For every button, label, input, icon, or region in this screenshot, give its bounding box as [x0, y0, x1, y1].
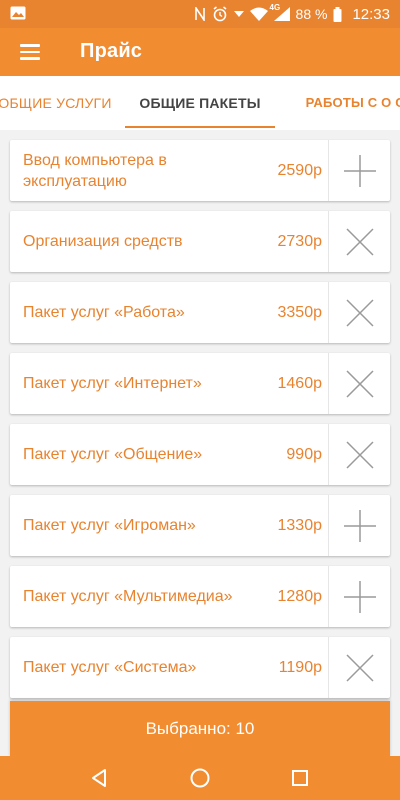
close-icon: [345, 653, 374, 682]
remove-button[interactable]: [328, 353, 390, 414]
item-name: Ввод компьютера в эксплуатацию: [23, 151, 167, 190]
close-icon: [345, 440, 374, 469]
image-notification-icon: [10, 6, 26, 20]
list-item[interactable]: Пакет услуг «Общение» 990р: [10, 424, 390, 485]
close-icon: [345, 369, 374, 398]
list-item[interactable]: Пакет услуг «Игроман» 1330р: [10, 495, 390, 556]
remove-button[interactable]: [328, 637, 390, 698]
remove-button[interactable]: [328, 424, 390, 485]
item-price: 2590р: [277, 161, 323, 179]
item-name: Пакет услуг «Общение»: [23, 446, 203, 463]
selected-count-button[interactable]: Выбранно: 10: [10, 701, 390, 757]
item-name: Пакет услуг «Работа»: [23, 304, 185, 321]
item-price: 1190р: [278, 658, 322, 676]
add-button[interactable]: [328, 495, 390, 556]
list-item[interactable]: Пакет услуг «Система» 1190р: [10, 637, 390, 698]
recent-apps-icon[interactable]: [288, 766, 312, 790]
item-name: Пакет услуг «Интернет»: [23, 375, 202, 392]
clock: 12:33: [352, 5, 390, 23]
list-item[interactable]: Пакет услуг «Работа» 3350р: [10, 282, 390, 343]
tab-bar: ОБЩИЕ УСЛУГИ ОБЩИЕ ПАКЕТЫ РАБОТЫ С О СИ: [0, 76, 400, 130]
menu-icon[interactable]: [14, 38, 46, 66]
tab-os-work-label: РАБОТЫ С О СИ: [305, 95, 400, 110]
item-name: Пакет услуг «Мультимедиа»: [23, 588, 233, 605]
home-icon[interactable]: [188, 766, 212, 790]
wifi-icon: [249, 7, 268, 21]
add-button[interactable]: [328, 140, 390, 201]
status-icons: 4G 88 % 12:33: [194, 0, 390, 28]
system-nav-bar: [0, 756, 400, 800]
plus-icon: [343, 509, 376, 542]
tab-general-services[interactable]: ОБЩИЕ УСЛУГИ: [0, 76, 120, 130]
item-price: 1280р: [277, 587, 323, 605]
list-item[interactable]: Организация средств 2730р: [10, 211, 390, 272]
back-icon[interactable]: [88, 766, 112, 790]
tab-general-packages[interactable]: ОБЩИЕ ПАКЕТЫ: [125, 76, 275, 130]
network-type-label: 4G: [269, 3, 281, 12]
battery-icon: [333, 6, 342, 22]
item-name: Организация средств: [23, 233, 183, 250]
status-bar: 4G 88 % 12:33: [0, 0, 400, 28]
item-name: Пакет услуг «Система»: [23, 659, 197, 676]
battery-percent: 88 %: [295, 6, 328, 22]
item-price: 1460р: [277, 374, 323, 392]
close-icon: [345, 298, 374, 327]
item-price: 990р: [286, 445, 322, 463]
close-icon: [345, 227, 374, 256]
item-price: 3350р: [277, 303, 323, 321]
remove-button[interactable]: [328, 211, 390, 272]
alarm-icon: [212, 6, 228, 22]
item-price: 2730р: [277, 232, 323, 250]
app-bar: Прайс: [0, 28, 400, 76]
selected-count-label: Выбранно: 10: [145, 719, 255, 738]
list-item[interactable]: Пакет услуг «Интернет» 1460р: [10, 353, 390, 414]
plus-icon: [343, 580, 376, 613]
dropdown-triangle-icon: [233, 10, 244, 18]
remove-button[interactable]: [328, 282, 390, 343]
price-list[interactable]: Ввод компьютера в эксплуатацию 2590р Орг…: [0, 130, 400, 700]
add-button[interactable]: [328, 566, 390, 627]
item-name: Пакет услуг «Игроман»: [23, 517, 196, 534]
page-title: Прайс: [80, 40, 143, 62]
plus-icon: [343, 154, 376, 187]
signal-icon: 4G: [270, 3, 290, 21]
item-price: 1330р: [277, 516, 323, 534]
list-item[interactable]: Ввод компьютера в эксплуатацию 2590р: [10, 140, 390, 201]
tab-os-work[interactable]: РАБОТЫ С О СИ: [300, 76, 400, 130]
nfc-icon: [194, 7, 206, 21]
list-item[interactable]: Пакет услуг «Мультимедиа» 1280р: [10, 566, 390, 627]
